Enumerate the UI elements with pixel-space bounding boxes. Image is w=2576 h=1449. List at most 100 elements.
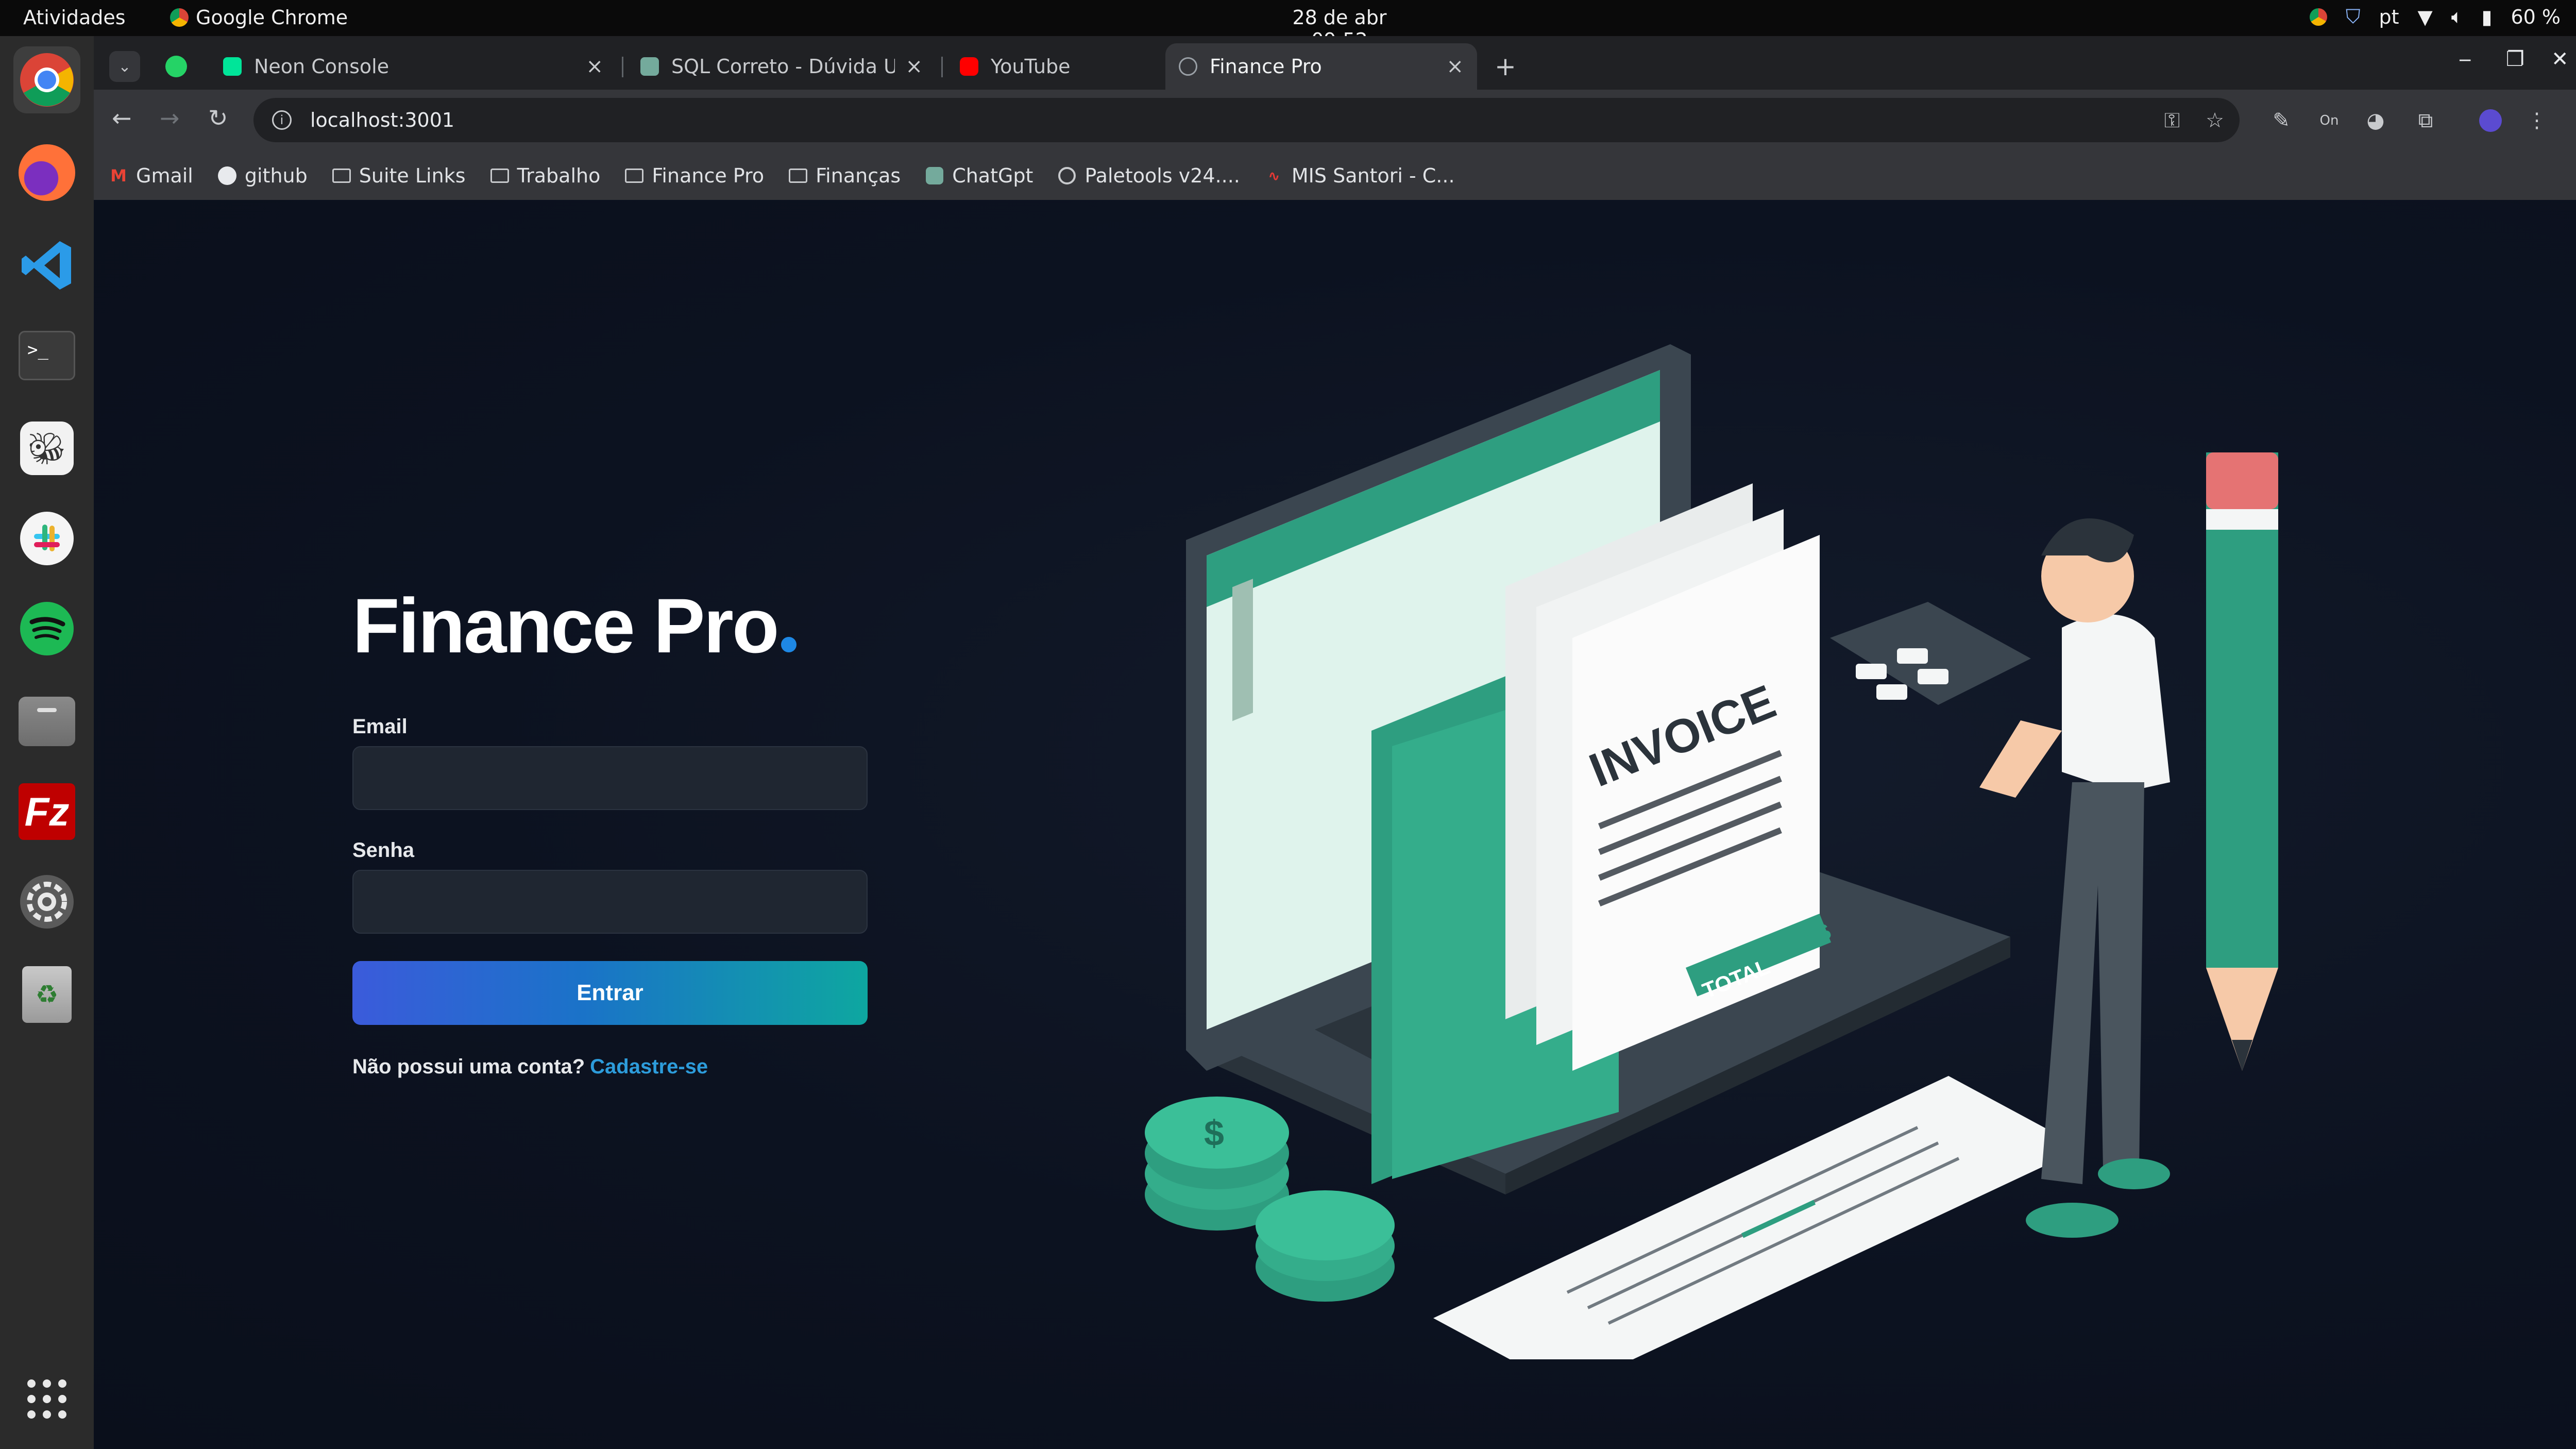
bookmark-label: Suite Links [359, 164, 466, 187]
bookmark-label: Finance Pro [652, 164, 765, 187]
tab-sql-correto[interactable]: SQL Correto - Dúvida Us × [627, 43, 936, 90]
tab-search-button[interactable]: ⌄ [104, 43, 145, 90]
globe-favicon-icon [1179, 57, 1197, 76]
folder-icon [490, 166, 509, 185]
extensions-puzzle-icon[interactable]: ⧉ [2413, 108, 2438, 133]
tab-title: SQL Correto - Dúvida Us [671, 55, 895, 78]
restore-icon[interactable]: ❐ [2506, 47, 2524, 71]
signup-prompt: Não possui uma conta? Cadastre-se [352, 1055, 708, 1079]
youtube-favicon-icon [960, 57, 978, 76]
chatgpt-favicon-icon [640, 57, 659, 76]
paletools-icon [1058, 166, 1076, 185]
browser-chrome: ⌄ Neon Console × SQL Correto - Dúvida Us… [94, 36, 2576, 200]
bookmark-finance-pro[interactable]: Finance Pro [625, 164, 764, 187]
reload-icon[interactable]: ↻ [208, 104, 228, 132]
github-icon [217, 166, 236, 185]
email-field[interactable] [352, 746, 868, 810]
folder-icon [625, 166, 644, 185]
terminal-icon[interactable]: >_ [13, 322, 80, 389]
tab-title: Finance Pro [1210, 55, 1322, 78]
bookmark-label: Paletools v24.... [1084, 164, 1240, 187]
beekeeper-icon[interactable]: 🐝︎ [13, 415, 80, 482]
close-icon[interactable]: × [1446, 55, 1464, 78]
tab-finance-pro[interactable]: Finance Pro × [1165, 43, 1477, 90]
bookmark-label: Finanças [816, 164, 901, 187]
close-icon[interactable]: × [905, 55, 923, 78]
finance-illustration: INVOICE TOTAL $$$$ $ [1145, 344, 2278, 1359]
shield-icon[interactable]: ⛉ [2346, 5, 2361, 28]
calculator-illustration [1830, 602, 2031, 705]
password-key-icon[interactable]: ⚿ [2160, 108, 2184, 133]
menu-kebab-icon[interactable]: ⋮ [2524, 108, 2549, 133]
spotify-icon[interactable] [13, 595, 80, 662]
mis-icon: ∿ [1268, 167, 1280, 184]
app-menu[interactable]: Google Chrome [170, 6, 348, 29]
chatgpt-icon [925, 166, 944, 185]
wifi-icon[interactable]: ▼ [2417, 6, 2432, 28]
address-bar[interactable]: i localhost:3001 [253, 98, 2240, 142]
chrome-tray-icon[interactable] [2309, 8, 2327, 26]
chrome-icon[interactable] [13, 46, 80, 113]
tab-title: Neon Console [254, 55, 389, 78]
filezilla-icon[interactable]: Fz [13, 778, 80, 845]
tab-neon-console[interactable]: Neon Console × [210, 43, 617, 90]
language-indicator[interactable]: pt [2379, 6, 2399, 28]
activities-button[interactable]: Atividades [23, 6, 126, 29]
bookmarks-bar: M Gmail github Suite Links Trabalho Fina… [94, 151, 2576, 200]
login-button[interactable]: Entrar [352, 961, 868, 1025]
bookmark-suite-links[interactable]: Suite Links [332, 164, 466, 187]
gmail-icon: M [110, 166, 127, 186]
url-text[interactable]: localhost:3001 [310, 109, 454, 131]
coin-symbol: $ [1204, 1113, 1224, 1153]
trash-icon[interactable]: ♻ [13, 961, 80, 1028]
battery-percent: 60 % [2511, 5, 2561, 28]
bookmark-trabalho[interactable]: Trabalho [490, 164, 601, 187]
bookmark-label: github [244, 164, 308, 187]
chevron-down-icon: ⌄ [109, 51, 140, 82]
signup-link[interactable]: Cadastre-se [590, 1055, 708, 1078]
settings-icon[interactable] [13, 868, 80, 935]
minimize-icon[interactable]: ‒ [2459, 47, 2471, 71]
system-top-bar: Atividades Google Chrome 28 de abr 09:52… [0, 0, 2576, 52]
bookmark-mis-santori[interactable]: ∿ MIS Santori - C... [1265, 164, 1455, 187]
password-field[interactable] [352, 870, 868, 934]
bookmark-chatgpt[interactable]: ChatGpt [925, 164, 1033, 187]
eyedropper-extension-icon[interactable]: ✎ [2269, 108, 2294, 133]
on-extension-icon[interactable]: On [2317, 108, 2342, 133]
tab-whatsapp-pinned[interactable] [150, 43, 202, 90]
battery-icon[interactable]: ▮ [2482, 6, 2493, 28]
bookmark-financas[interactable]: Finanças [789, 164, 901, 187]
site-info-icon[interactable]: i [272, 110, 292, 130]
bookmark-label: MIS Santori - C... [1291, 164, 1455, 187]
new-tab-button[interactable]: + [1485, 43, 1526, 90]
bookmark-label: Trabalho [517, 164, 601, 187]
volume-icon[interactable]: 🔈︎ [2451, 5, 2463, 28]
brand-dot [781, 637, 796, 652]
tab-strip: ⌄ Neon Console × SQL Correto - Dúvida Us… [94, 36, 2576, 90]
chrome-small-icon [170, 8, 189, 27]
slack-icon[interactable] [13, 505, 80, 572]
extension-icon[interactable]: ◕ [2363, 108, 2388, 133]
close-window-icon[interactable]: ✕ [2551, 47, 2569, 71]
vscode-icon[interactable] [13, 232, 80, 299]
bookmark-gmail[interactable]: M Gmail [109, 164, 193, 187]
forward-icon[interactable]: → [160, 104, 180, 132]
files-icon[interactable] [13, 688, 80, 755]
dock: >_ 🐝︎ Fz ♻ [0, 36, 94, 1449]
tab-divider [622, 57, 623, 77]
bookmark-label: ChatGpt [952, 164, 1033, 187]
app-grid-icon[interactable] [13, 1366, 80, 1433]
bookmark-star-icon[interactable]: ☆ [2202, 108, 2227, 133]
brand-logo: Finance Pro [352, 581, 796, 670]
email-label: Email [352, 715, 408, 738]
login-page: Finance Pro Email Senha Entrar Não possu… [94, 200, 2576, 1449]
back-icon[interactable]: ← [112, 104, 132, 132]
bookmark-github[interactable]: github [217, 164, 308, 187]
profile-avatar[interactable] [2478, 108, 2503, 133]
system-tray[interactable]: ⛉ pt ▼ 🔈︎ ▮ 60 % [2309, 5, 2561, 28]
close-icon[interactable]: × [586, 55, 603, 78]
firefox-icon[interactable] [13, 139, 80, 206]
signup-text: Não possui uma conta? [352, 1055, 585, 1078]
brand-text: Finance Pro [352, 582, 779, 669]
bookmark-paletools[interactable]: Paletools v24.... [1058, 164, 1240, 187]
